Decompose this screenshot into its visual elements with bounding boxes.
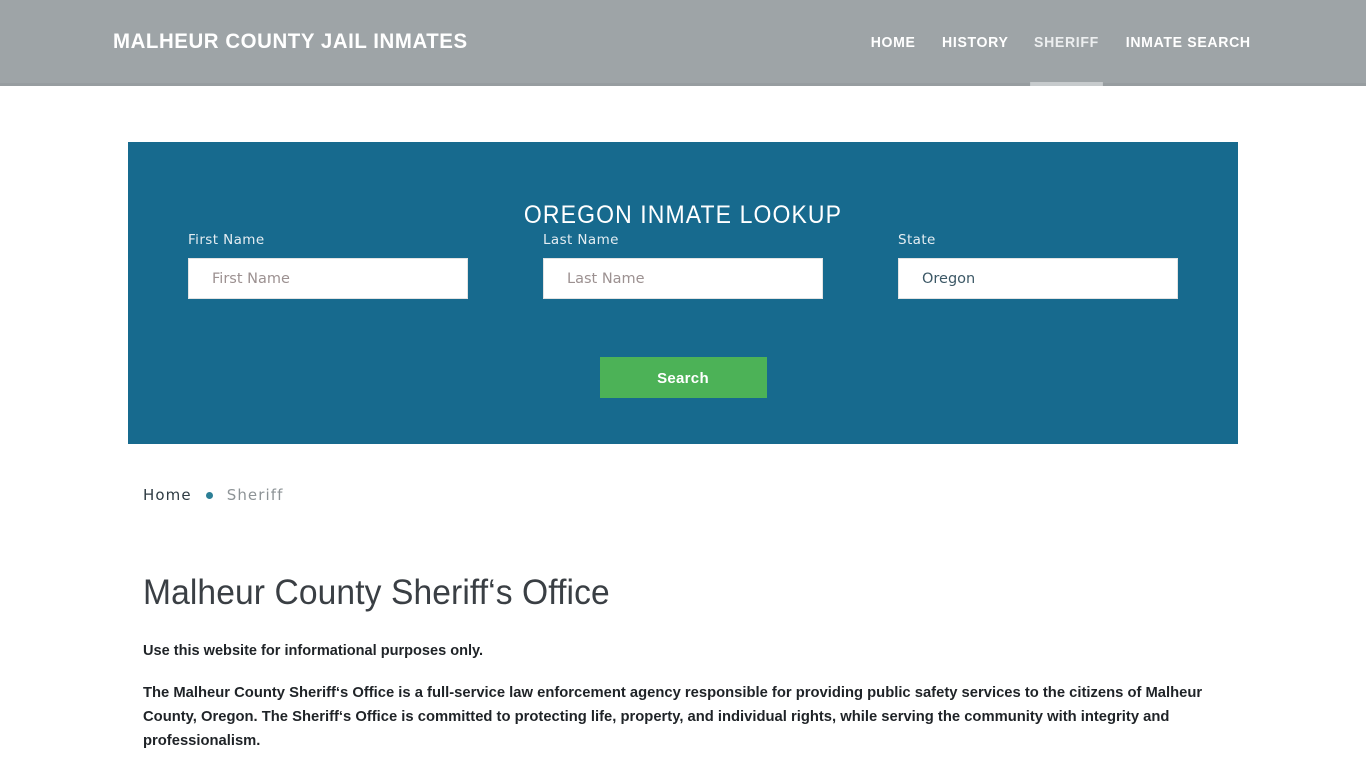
breadcrumb-current-page: Sheriff xyxy=(226,486,284,504)
page-paragraph-cutoff: The Sheriff‘s Office provides a wide ran… xyxy=(143,764,1225,768)
nav-item-history[interactable]: HISTORY xyxy=(930,0,1020,86)
last-name-field-group: Last Name Last Name xyxy=(543,232,823,299)
page-lede: Use this website for informational purpo… xyxy=(143,641,484,659)
state-label: State xyxy=(898,232,936,248)
first-name-label: First Name xyxy=(188,232,265,248)
nav-item-home[interactable]: HOME xyxy=(859,0,927,86)
last-name-input[interactable]: Last Name xyxy=(543,258,823,299)
last-name-label: Last Name xyxy=(543,232,619,248)
lookup-panel-title: OREGON INMATE LOOKUP xyxy=(523,200,843,229)
nav-item-sheriff[interactable]: SHERIFF xyxy=(1023,0,1111,86)
inmate-lookup-panel: OREGON INMATE LOOKUP First Name First Na… xyxy=(128,142,1238,444)
state-field-group: State Oregon xyxy=(898,232,1178,299)
site-header: MALHEUR COUNTY JAIL INMATES HOME HISTORY… xyxy=(0,0,1366,86)
main-content: Home Sheriff Malheur County Sheriff‘s Of… xyxy=(143,480,1238,768)
page-paragraph: The Malheur County Sheriff‘s Office is a… xyxy=(143,683,1203,749)
search-button-wrap: Search xyxy=(128,357,1238,398)
page-title: Malheur County Sheriff‘s Office xyxy=(143,573,610,612)
main-navigation: HOME HISTORY SHERIFF INMATE SEARCH xyxy=(858,0,1253,86)
search-button[interactable]: Search xyxy=(599,357,767,398)
breadcrumb-home-link[interactable]: Home xyxy=(143,486,192,504)
breadcrumb-separator-dot-icon xyxy=(205,491,213,499)
site-brand[interactable]: MALHEUR COUNTY JAIL INMATES xyxy=(113,29,468,54)
first-name-input[interactable]: First Name xyxy=(188,258,468,299)
nav-item-inmate-search[interactable]: INMATE SEARCH xyxy=(1114,0,1251,86)
breadcrumb: Home Sheriff xyxy=(143,480,1238,510)
state-select[interactable]: Oregon xyxy=(898,258,1178,299)
lookup-fields-row: First Name First Name Last Name Last Nam… xyxy=(128,232,1238,312)
first-name-field-group: First Name First Name xyxy=(188,232,468,299)
